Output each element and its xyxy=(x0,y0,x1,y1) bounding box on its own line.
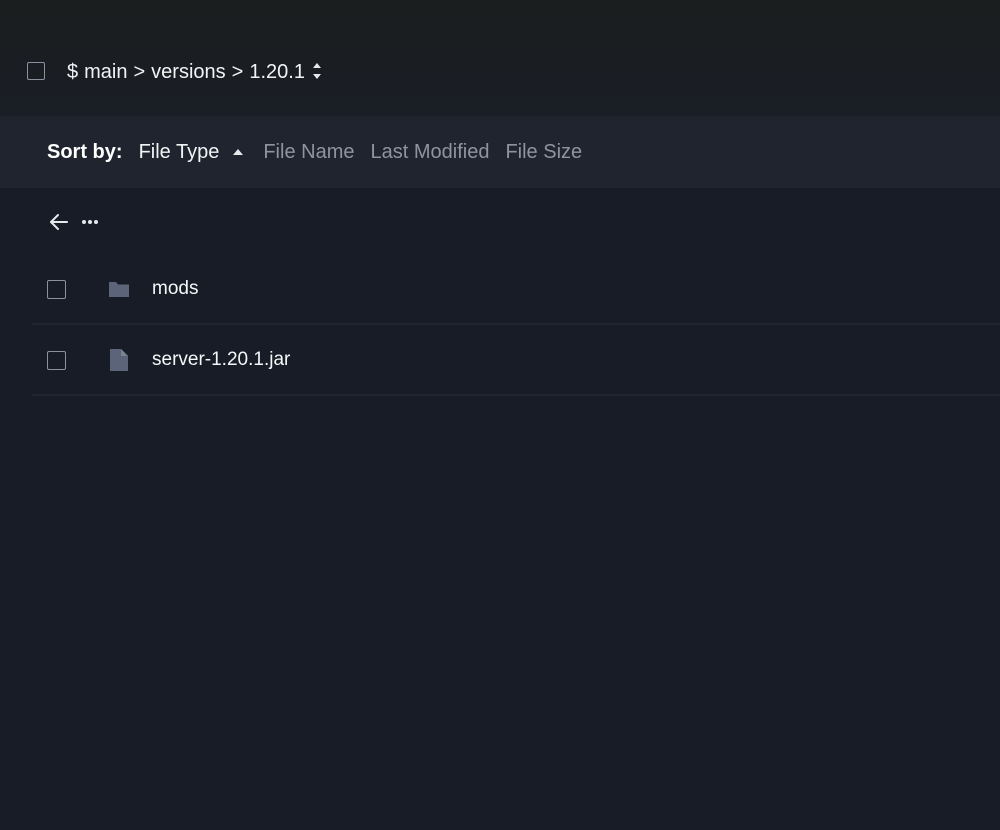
file-name: server-1.20.1.jar xyxy=(152,349,291,370)
file-row-mods[interactable]: mods xyxy=(32,255,1000,325)
sort-option-file-name[interactable]: File Name xyxy=(263,141,354,164)
arrow-left-icon[interactable] xyxy=(48,212,70,232)
header-bar: $ main > versions > 1.20.1 xyxy=(0,0,1000,116)
breadcrumb-item-main[interactable]: main xyxy=(84,60,127,84)
sort-bar: Sort by: File Type File Name Last Modifi… xyxy=(0,116,1000,188)
file-row-server-jar[interactable]: server-1.20.1.jar xyxy=(32,326,1000,396)
file-toolbar xyxy=(0,205,1000,239)
select-all-checkbox[interactable] xyxy=(27,62,45,80)
sort-updown-icon[interactable] xyxy=(312,60,322,82)
breadcrumb-separator: > xyxy=(133,61,146,83)
file-icon xyxy=(110,349,128,371)
more-horizontal-icon[interactable] xyxy=(80,213,100,231)
sort-option-file-size[interactable]: File Size xyxy=(505,141,582,164)
row-checkbox[interactable] xyxy=(47,351,66,370)
breadcrumb-item-versions[interactable]: versions xyxy=(151,60,225,84)
breadcrumb-separator: > xyxy=(231,61,244,83)
file-name: mods xyxy=(152,278,199,299)
row-checkbox[interactable] xyxy=(47,280,66,299)
folder-icon xyxy=(109,282,129,297)
breadcrumb-item-current[interactable]: 1.20.1 xyxy=(249,60,305,84)
sort-option-last-modified[interactable]: Last Modified xyxy=(370,141,489,164)
caret-up-icon[interactable] xyxy=(233,149,244,155)
sort-option-file-type[interactable]: File Type xyxy=(139,141,220,164)
breadcrumb-prefix: $ xyxy=(67,61,79,83)
sort-by-label: Sort by: xyxy=(47,140,123,163)
breadcrumb: $ main > versions > 1.20.1 xyxy=(67,60,322,84)
